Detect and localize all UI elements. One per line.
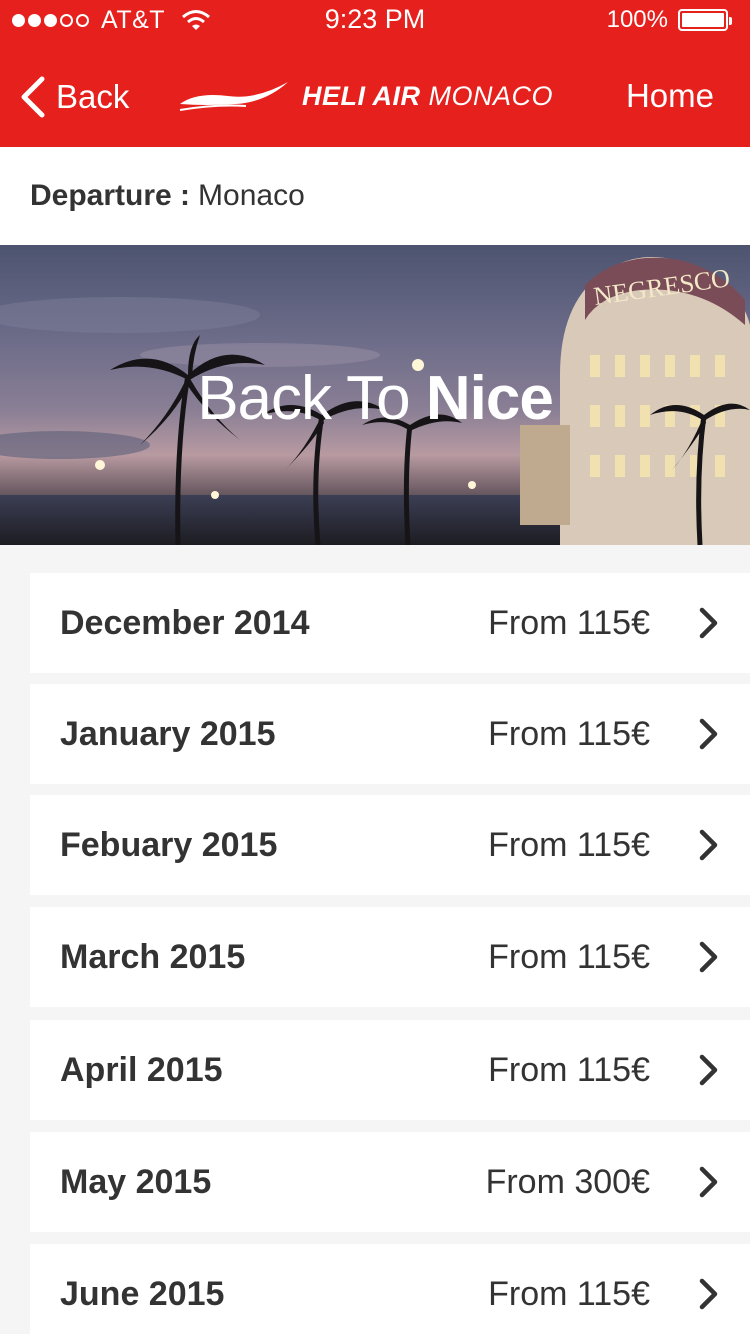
month-price: From 115€ [488,714,650,753]
battery-percentage: 100% [606,6,668,33]
helicopter-swoosh-icon [179,82,288,111]
month-row[interactable]: March 2015 From 115€ [30,907,750,1007]
chevron-right-icon [699,1054,718,1086]
destination-title: Back To Nice [0,363,750,434]
month-name: June 2015 [60,1274,225,1313]
chevron-left-icon [21,76,45,118]
chevron-right-icon [699,829,718,861]
destination-title-city: Nice [425,364,554,433]
chevron-right-icon [699,1166,718,1198]
month-row[interactable]: Febuary 2015 From 115€ [30,795,750,895]
departure-value: Monaco [198,179,305,212]
month-name: December 2014 [60,603,310,642]
month-price: From 300€ [485,1162,650,1201]
month-name: Febuary 2015 [60,825,278,864]
chevron-right-icon [699,718,718,750]
destination-hero-banner: NEGRESCO Back To Nice [0,245,750,545]
month-row[interactable]: January 2015 From 115€ [30,684,750,784]
brand-name-light: MONACO [428,80,554,111]
month-price: From 115€ [488,603,650,642]
chevron-right-icon [699,607,718,639]
back-button[interactable]: Back [18,72,129,122]
nav-bar: Back HELI AIR MONACO Home [0,47,750,147]
month-row[interactable]: May 2015 From 300€ [30,1132,750,1232]
month-row[interactable]: April 2015 From 115€ [30,1020,750,1120]
back-label: Back [56,78,130,115]
brand-name: HELI AIR MONACO [302,81,553,112]
month-row[interactable]: June 2015 From 115€ [30,1244,750,1334]
month-price: From 115€ [488,1050,650,1089]
month-name: May 2015 [60,1162,212,1201]
month-name: March 2015 [60,937,246,976]
month-price: From 115€ [488,937,650,976]
status-bar: AT&T 9:23 PM 100% [0,0,750,40]
month-name: April 2015 [60,1050,223,1089]
app-header: AT&T 9:23 PM 100% Back HELI AIR MONACO H… [0,0,750,147]
month-row[interactable]: December 2014 From 115€ [30,573,750,673]
brand-logo: HELI AIR MONACO [176,71,553,121]
month-price: From 115€ [488,825,650,864]
status-right: 100% [606,6,732,34]
brand-name-bold: HELI AIR [302,80,421,111]
chevron-right-icon [699,941,718,973]
departure-label: Departure : [30,179,191,212]
month-name: January 2015 [60,714,276,753]
departure-row: Departure : Monaco [0,147,750,245]
destination-title-prefix: Back To [197,364,410,433]
chevron-right-icon [699,1278,718,1310]
month-price: From 115€ [488,1274,650,1313]
battery-icon [678,9,732,31]
home-button[interactable]: Home [626,77,714,115]
